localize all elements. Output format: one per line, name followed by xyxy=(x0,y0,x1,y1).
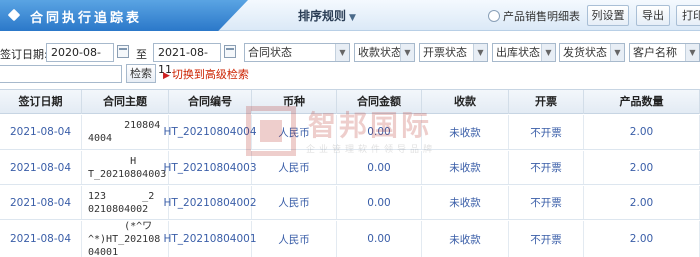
quantity-cell: 2.00 xyxy=(584,151,700,184)
to-label: 至 xyxy=(136,48,147,61)
contract-number-cell[interactable]: HT_20210804004 xyxy=(163,115,257,149)
table-row[interactable]: 2021-08-04 H T_20210804003 HT_20210804003… xyxy=(0,151,700,185)
radio-icon[interactable] xyxy=(488,10,500,22)
amount-cell: 0.00 xyxy=(337,186,422,219)
shipping-status-value: 发货状态 xyxy=(563,46,607,59)
triangle-right-icon: ▶ xyxy=(163,71,170,81)
currency-cell: 人民币 xyxy=(252,151,337,184)
contract-subject-cell[interactable]: 210804 4004 xyxy=(82,115,169,149)
subject-line: 0210804002 xyxy=(88,203,149,215)
chevron-down-icon: ▼ xyxy=(541,44,555,61)
chevron-down-icon: ▼ xyxy=(335,44,349,61)
search-input[interactable] xyxy=(0,65,122,83)
chevron-down-icon: ▼ xyxy=(400,44,414,61)
column-header[interactable]: 签订日期 xyxy=(0,90,82,114)
invoice-cell: 不开票 xyxy=(509,186,584,219)
invoice-status-value: 开票状态 xyxy=(423,46,467,59)
column-header[interactable]: 产品数量 xyxy=(584,90,700,114)
sort-rule-label: 排序规则 xyxy=(298,9,347,23)
payment-status-select[interactable]: 收款状态 ▼ xyxy=(354,43,415,62)
table-header: 签订日期 合同主题 合同编号 币种 合同金额 收款 开票 产品数量 xyxy=(0,89,700,114)
top-toolbar: 合同执行追踪表 排序规则 ▼ 产品销售明细表 列设置 导出 打印 xyxy=(0,0,700,31)
payment-status-value: 收款状态 xyxy=(358,46,402,59)
sign-date-cell: 2021-08-04 xyxy=(0,115,82,149)
subject-line: T_20210804003 xyxy=(88,168,167,180)
table-row[interactable]: 2021-08-04 210804 4004 HT_20210804004 人民币… xyxy=(0,115,700,150)
subject-line: H xyxy=(88,155,137,167)
sort-rule-dropdown[interactable]: 排序规则 ▼ xyxy=(298,7,356,24)
amount-cell: 0.00 xyxy=(337,151,422,184)
subject-line: 123 _2 xyxy=(88,190,155,202)
subject-line: (*^ワ xyxy=(88,220,153,232)
contract-status-select[interactable]: 合同状态 ▼ xyxy=(244,43,350,62)
advanced-search-label: 切换到高级检索 xyxy=(171,68,249,81)
table-row[interactable]: 2021-08-04 123 _2 0210804002 HT_202108040… xyxy=(0,186,700,220)
amount-cell: 0.00 xyxy=(337,115,422,149)
page-title: 合同执行追踪表 xyxy=(30,11,143,26)
caret-down-icon: ▼ xyxy=(349,13,356,23)
subject-line: 04001 xyxy=(88,246,119,257)
payment-cell: 未收款 xyxy=(422,115,509,149)
date-from-input[interactable]: 2020-08-12 xyxy=(46,43,114,76)
invoice-cell: 不开票 xyxy=(509,221,584,257)
export-button[interactable]: 导出 xyxy=(636,5,670,26)
title-tab: 合同执行追踪表 xyxy=(0,0,248,31)
subject-line: 4004 xyxy=(88,133,113,144)
currency-cell: 人民币 xyxy=(252,115,337,149)
quantity-cell: 2.00 xyxy=(584,115,700,149)
print-button[interactable]: 打印 xyxy=(676,5,700,26)
payment-cell: 未收款 xyxy=(422,186,509,219)
currency-cell: 人民币 xyxy=(252,221,337,257)
date-to-input[interactable]: 2021-08-11 xyxy=(153,43,221,76)
invoice-cell: 不开票 xyxy=(509,115,584,149)
quantity-cell: 2.00 xyxy=(584,186,700,219)
contract-number-cell[interactable]: HT_20210804002 xyxy=(163,186,257,219)
contract-subject-cell[interactable]: H T_20210804003 xyxy=(82,151,169,184)
advanced-search-link[interactable]: ▶ 切换到高级检索 xyxy=(163,66,249,82)
search-button[interactable]: 检索 xyxy=(126,64,156,83)
diamond-icon xyxy=(7,8,21,22)
contract-number-cell[interactable]: HT_20210804001 xyxy=(163,221,257,257)
quantity-cell: 2.00 xyxy=(584,221,700,257)
column-header[interactable]: 开票 xyxy=(509,90,584,114)
sign-date-cell: 2021-08-04 xyxy=(0,151,82,184)
contract-table: 签订日期 合同主题 合同编号 币种 合同金额 收款 开票 产品数量 2021-0… xyxy=(0,89,700,257)
column-header[interactable]: 币种 xyxy=(252,90,337,114)
chevron-down-icon: ▼ xyxy=(685,44,699,61)
product-detail-radio[interactable]: 产品销售明细表 xyxy=(488,8,580,24)
column-header[interactable]: 合同主题 xyxy=(82,90,169,114)
shipping-status-select[interactable]: 发货状态 ▼ xyxy=(559,43,625,62)
customer-name-select[interactable]: 客户名称 ▼ xyxy=(629,43,700,62)
contract-subject-cell[interactable]: (*^ワ ^*)HT_202108 04001 xyxy=(82,221,169,257)
sign-date-label: 签订日期: xyxy=(0,48,48,61)
invoice-cell: 不开票 xyxy=(509,151,584,184)
column-settings-button[interactable]: 列设置 xyxy=(587,5,629,26)
subject-line: ^*)HT_202108 xyxy=(88,233,161,245)
product-detail-label: 产品销售明细表 xyxy=(503,10,580,23)
invoice-status-select[interactable]: 开票状态 ▼ xyxy=(419,43,488,62)
currency-cell: 人民币 xyxy=(252,186,337,219)
payment-cell: 未收款 xyxy=(422,151,509,184)
contract-status-value: 合同状态 xyxy=(248,46,292,59)
sign-date-cell: 2021-08-04 xyxy=(0,186,82,219)
calendar-icon[interactable] xyxy=(224,45,236,58)
customer-name-value: 客户名称 xyxy=(633,46,677,59)
column-header[interactable]: 收款 xyxy=(422,90,509,114)
sign-date-cell: 2021-08-04 xyxy=(0,221,82,257)
chevron-down-icon: ▼ xyxy=(610,44,624,61)
column-header[interactable]: 合同编号 xyxy=(169,90,252,114)
calendar-icon[interactable] xyxy=(117,45,129,58)
chevron-down-icon: ▼ xyxy=(473,44,487,61)
amount-cell: 0.00 xyxy=(337,221,422,257)
subject-line: 210804 xyxy=(88,120,161,131)
contract-number-cell[interactable]: HT_20210804003 xyxy=(163,151,257,184)
outbound-status-value: 出库状态 xyxy=(496,46,540,59)
payment-cell: 未收款 xyxy=(422,221,509,257)
contract-subject-cell[interactable]: 123 _2 0210804002 xyxy=(82,186,169,219)
column-header[interactable]: 合同金额 xyxy=(337,90,422,114)
outbound-status-select[interactable]: 出库状态 ▼ xyxy=(492,43,556,62)
table-row[interactable]: 2021-08-04 (*^ワ ^*)HT_202108 04001 HT_2021… xyxy=(0,221,700,257)
